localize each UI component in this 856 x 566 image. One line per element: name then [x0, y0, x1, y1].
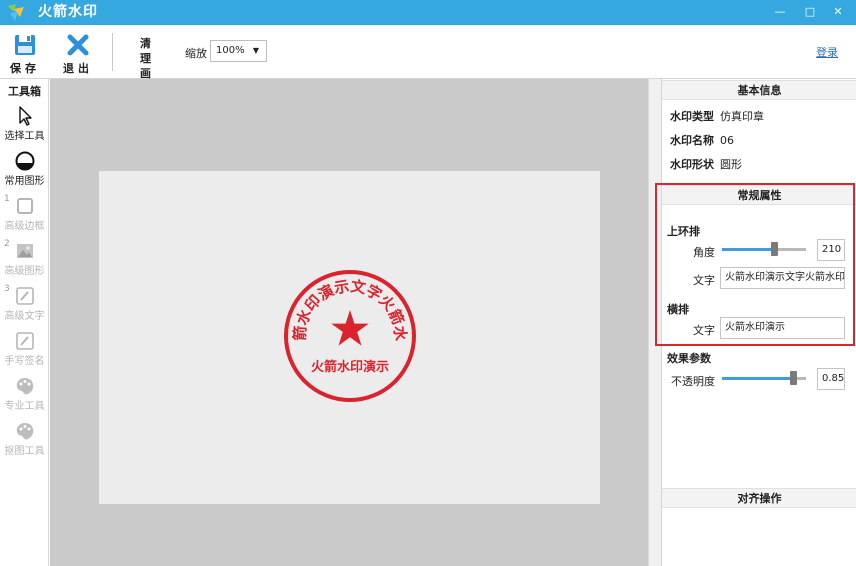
seal-stamp[interactable]: 火箭水印演示文字火箭水印 火箭水印演示 [282, 268, 418, 404]
tool-text-label: 高级文字 [4, 311, 45, 322]
canvas-area[interactable]: 火箭水印演示文字火箭水印 火箭水印演示 [50, 79, 648, 566]
watermark-shape-label: 水印形状 [670, 158, 714, 171]
palette-icon [16, 378, 33, 395]
opacity-slider-thumb[interactable] [790, 371, 798, 385]
tool-select-label: 选择工具 [4, 131, 45, 142]
tool-number: 2 [4, 239, 10, 249]
tool-border-label: 高级边框 [4, 221, 45, 232]
opacity-label: 不透明度 [671, 375, 715, 388]
tool-signature-label: 手写签名 [4, 356, 45, 367]
star-icon [331, 310, 369, 346]
signature-icon [15, 332, 34, 350]
save-label: 保存 [10, 62, 40, 75]
exit-icon [67, 34, 89, 56]
cutout-icon [16, 423, 33, 440]
tool-cutout[interactable]: 抠图工具 [0, 421, 49, 457]
login-link[interactable]: 登录 [816, 44, 838, 60]
watermark-type-row: 水印类型 仿真印章 [670, 108, 764, 124]
opacity-slider-fill [722, 377, 794, 380]
exit-button[interactable]: 退出 [63, 34, 93, 76]
seal-bottom-text: 火箭水印演示 [311, 359, 389, 375]
save-icon [15, 35, 35, 55]
tool-image[interactable]: 2 高级图形 [0, 239, 49, 277]
maximize-button[interactable]: □ [798, 3, 822, 21]
opacity-input[interactable]: 0.85 [817, 368, 845, 390]
image-icon [16, 244, 33, 258]
tool-number: 1 [4, 194, 10, 204]
toolbox-title: 工具箱 [8, 85, 41, 98]
close-button[interactable]: ✕ [826, 3, 850, 21]
effect-heading: 效果参数 [667, 352, 711, 365]
opacity-slider[interactable] [722, 371, 806, 385]
zoom-value: 100% [216, 45, 245, 56]
tool-shapes[interactable]: 常用图形 [0, 151, 49, 187]
title-bar: 火箭水印 — □ ✕ [0, 0, 856, 25]
tool-signature[interactable]: 手写签名 [0, 331, 49, 367]
canvas-sheet[interactable]: 火箭水印演示文字火箭水印 火箭水印演示 [99, 171, 600, 504]
highlight-box [655, 183, 855, 346]
window-title: 火箭水印 [38, 4, 98, 20]
app-logo-icon [8, 4, 24, 21]
watermark-name-value: 06 [720, 134, 734, 147]
tool-number: 3 [4, 284, 10, 294]
watermark-shape-value: 圆形 [720, 158, 742, 171]
tool-border[interactable]: 1 高级边框 [0, 194, 49, 232]
chevron-down-icon: ▼ [252, 46, 259, 55]
watermark-name-label: 水印名称 [670, 134, 714, 147]
text-edit-icon [15, 287, 34, 305]
border-icon [16, 198, 33, 214]
tool-select[interactable]: 选择工具 [0, 106, 49, 142]
tool-shapes-label: 常用图形 [4, 176, 45, 187]
minimize-button[interactable]: — [768, 3, 792, 21]
save-button[interactable]: 保存 [10, 34, 40, 76]
basic-info-header: 基本信息 [662, 80, 856, 100]
watermark-type-value: 仿真印章 [720, 110, 764, 123]
shape-icon [15, 151, 34, 171]
align-header: 对齐操作 [662, 488, 856, 508]
zoom-label: 缩放 [185, 47, 207, 60]
watermark-name-row: 水印名称 06 [670, 132, 734, 148]
cursor-icon [18, 106, 32, 126]
main-toolbar: 保存 退出 清理画布 缩放 100% ▼ 登录 [0, 25, 856, 95]
tool-pro[interactable]: 专业工具 [0, 376, 49, 412]
toolbar-divider [112, 33, 113, 71]
exit-label: 退出 [63, 62, 93, 75]
zoom-select[interactable]: 100% ▼ [210, 40, 267, 62]
tool-image-label: 高级图形 [4, 266, 45, 277]
watermark-type-label: 水印类型 [670, 110, 714, 123]
toolbox: 工具箱 选择工具 常用图形 1 高级边框 2 高级图形 3 高级文字 手写签名 … [0, 79, 49, 566]
watermark-shape-row: 水印形状 圆形 [670, 156, 742, 172]
tool-text[interactable]: 3 高级文字 [0, 284, 49, 322]
tool-pro-label: 专业工具 [4, 401, 45, 412]
tool-cutout-label: 抠图工具 [4, 446, 45, 457]
